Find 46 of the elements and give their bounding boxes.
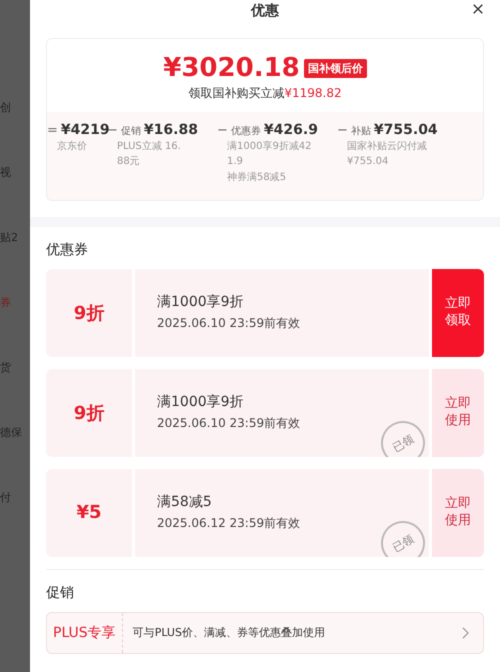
promotion-tag: PLUS专享 xyxy=(47,612,123,652)
saving-amount: ¥1198.82 xyxy=(284,86,342,100)
coupon-condition: 满1000享9折 xyxy=(157,393,245,411)
coupon-action-button[interactable]: 立即使用 xyxy=(432,368,484,456)
coupon-validity: 2025.06.10 23:59前有效 xyxy=(157,315,302,332)
breakdown-label: 促销 xyxy=(120,125,141,138)
section-title: 促销 xyxy=(46,584,75,602)
background-text: 视 xyxy=(0,165,12,180)
background-text: 德保 xyxy=(0,425,23,440)
breakdown-amount: ¥16.88 xyxy=(144,122,198,138)
coupon-value: 9折 xyxy=(74,402,104,424)
coupon-validity: 2025.06.12 23:59前有效 xyxy=(157,515,302,532)
coupon-action-button[interactable]: 立即领取 xyxy=(432,268,484,356)
coupon-condition: 满1000享9折 xyxy=(157,293,245,311)
breakdown-label: 优惠券 xyxy=(230,124,261,138)
coupon-value: ¥5 xyxy=(76,502,102,523)
price-badge: 国补领后价 xyxy=(304,58,367,78)
coupon-condition: 满58减5 xyxy=(157,493,213,511)
final-price: ¥3020.18 xyxy=(163,53,300,83)
breakdown-note: 神券满58减5 xyxy=(226,171,288,185)
breakdown-note: 国家补贴云闪付减¥755.04 xyxy=(346,140,428,168)
breakdown-amount: ¥755.04 xyxy=(374,122,438,138)
operator-sign: − xyxy=(337,123,348,138)
close-icon[interactable] xyxy=(472,3,484,15)
section-title: 优惠券 xyxy=(46,240,89,258)
breakdown-label: 补贴 xyxy=(350,124,371,138)
coupon-value: 9折 xyxy=(74,302,104,324)
background-text: 货 xyxy=(0,360,12,375)
breakdown-note: PLUS立减 16.88元 xyxy=(116,140,182,168)
background-text: 券 xyxy=(0,295,12,310)
breakdown-amount: ¥426.9 xyxy=(264,122,318,138)
background-text: 付 xyxy=(0,490,12,505)
promotion-row[interactable]: PLUS专享 可与PLUS价、满减、券等优惠叠加使用 xyxy=(46,612,484,654)
background-text: 创 xyxy=(0,100,12,115)
operator-sign: − xyxy=(217,123,228,138)
chevron-right-icon xyxy=(462,626,469,638)
coupon-action-button[interactable]: 立即使用 xyxy=(432,468,484,556)
breakdown-amount: ¥4219 xyxy=(60,122,110,138)
saving-label: 领取国补购买立减 xyxy=(188,86,284,100)
breakdown-note: 满1000享9折减421.9 xyxy=(226,140,313,168)
promotion-text: 可与PLUS价、满减、券等优惠叠加使用 xyxy=(132,625,326,640)
background-text: 贴2 xyxy=(0,230,19,245)
sheet-title: 优惠 xyxy=(251,2,279,20)
operator-sign: = xyxy=(47,123,58,138)
coupon-validity: 2025.06.10 23:59前有效 xyxy=(157,415,302,432)
breakdown-note: 京东价 xyxy=(56,140,88,154)
